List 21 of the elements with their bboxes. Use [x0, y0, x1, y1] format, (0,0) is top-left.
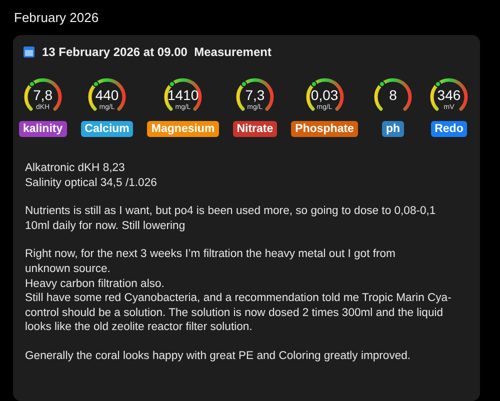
gauge-value: 8: [388, 87, 398, 103]
parameter-tag: Phosphate: [291, 121, 358, 137]
gauge-value: 0,03: [310, 87, 340, 103]
note-paragraph: Alkatronic dKH 8,23 Salinity optical 34,5 /1.026: [25, 161, 158, 190]
calendar-icon: [23, 46, 35, 58]
gauge-value: 440: [94, 87, 120, 103]
note-paragraph: Nutrients is still as I want, but po4 is been used more, so going to dose to 0,08-0,1 10ml daily for now. Still lowering: [25, 204, 437, 234]
month-title: February 2026: [13, 10, 100, 25]
parameter-tag: Nitrate: [232, 121, 278, 137]
parameter-tag: ph: [382, 121, 404, 137]
note-paragraph: Generally the coral looks happy with great PE and Coloring greatly improved.: [25, 348, 412, 364]
parameter-tag: Redo: [430, 121, 468, 137]
parameter-tag: Magnesium: [147, 121, 219, 137]
parameter-tag: kalinity: [19, 121, 67, 137]
parameter-tag: Calcium: [80, 121, 134, 137]
entry-title: 13 February 2026 at 09.00 Measurement: [42, 45, 272, 59]
gauge-value: 1410: [166, 87, 200, 103]
gauge-value: 7,3: [244, 87, 266, 103]
gauge-value: 7,8: [32, 87, 54, 103]
gauge-value: 346: [436, 87, 462, 103]
note-paragraph: Right now, for the next 3 weeks I’m filtration the heavy metal out I got from unknown source. Heavy carbon filtration also. Still have some red Cyanobacteria, and a recommendation told me Tropic Marin Cya- control should be a solution. The solution is now dosed 2 times 300ml and the liquid looks like the old zeolite reactor filter solution.: [25, 247, 452, 335]
